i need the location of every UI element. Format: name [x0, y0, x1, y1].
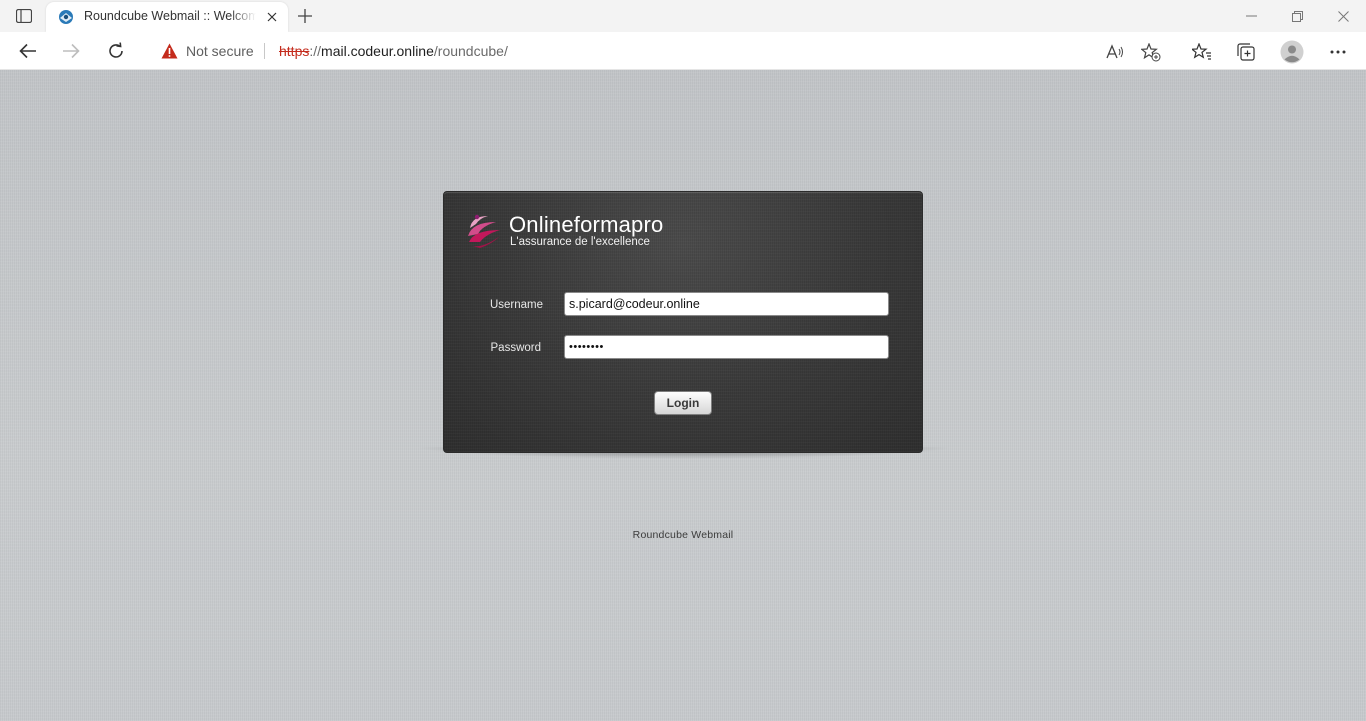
browser-tab-roundcube[interactable]: Roundcube Webmail :: Welcome to Roundcub…	[46, 2, 288, 32]
url-scheme: https	[279, 43, 310, 59]
url-path: /roundcube/	[433, 43, 508, 59]
password-label: Password	[490, 342, 542, 354]
forward-arrow-icon[interactable]	[57, 37, 85, 65]
address-divider	[264, 43, 265, 59]
profile-avatar-icon[interactable]	[1280, 40, 1304, 64]
warning-triangle-icon[interactable]	[161, 43, 178, 59]
collections-icon[interactable]	[1234, 40, 1258, 64]
login-form: Onlineformapro L'assurance de l'excellen…	[443, 191, 923, 453]
onlineformapro-logo-icon	[466, 212, 506, 250]
tab-close-icon[interactable]	[264, 9, 280, 25]
tab-actions-icon[interactable]	[12, 5, 36, 27]
brand-tagline: L'assurance de l'excellence	[510, 236, 650, 248]
back-arrow-icon[interactable]	[14, 37, 42, 65]
window-close-icon[interactable]	[1320, 0, 1366, 32]
username-input[interactable]	[564, 292, 889, 316]
webmail-page: Onlineformapro L'assurance de l'excellen…	[0, 70, 1366, 721]
brand-name: Onlineformapro	[509, 212, 664, 237]
browser-toolbar: Not secure https://mail.codeur.online/ro…	[0, 32, 1366, 70]
footer-product-name: Roundcube Webmail	[632, 529, 734, 541]
read-aloud-icon[interactable]	[1104, 41, 1126, 63]
url-text[interactable]: https://mail.codeur.online/roundcube/	[279, 43, 508, 59]
username-label: Username	[489, 299, 543, 311]
tab-strip: Roundcube Webmail :: Welcome to Roundcub…	[0, 0, 1366, 32]
roundcube-favicon-icon	[58, 9, 74, 25]
restore-icon[interactable]	[1274, 0, 1320, 32]
login-button[interactable]: Login	[654, 391, 712, 415]
not-secure-label[interactable]: Not secure	[186, 43, 254, 59]
reload-icon[interactable]	[102, 37, 130, 65]
password-input[interactable]	[564, 335, 889, 359]
url-scheme-separator: ://	[309, 43, 322, 59]
add-favorite-icon[interactable]	[1140, 41, 1162, 63]
minimize-icon[interactable]	[1228, 0, 1274, 32]
url-host: mail.codeur.online	[321, 43, 434, 59]
address-bar[interactable]: Not secure https://mail.codeur.online/ro…	[146, 35, 1170, 67]
more-options-icon[interactable]	[1326, 40, 1350, 64]
favorites-icon[interactable]	[1190, 40, 1214, 64]
tab-title: Roundcube Webmail :: Welcome to Roundcub…	[84, 9, 256, 23]
new-tab-icon[interactable]	[294, 5, 316, 27]
